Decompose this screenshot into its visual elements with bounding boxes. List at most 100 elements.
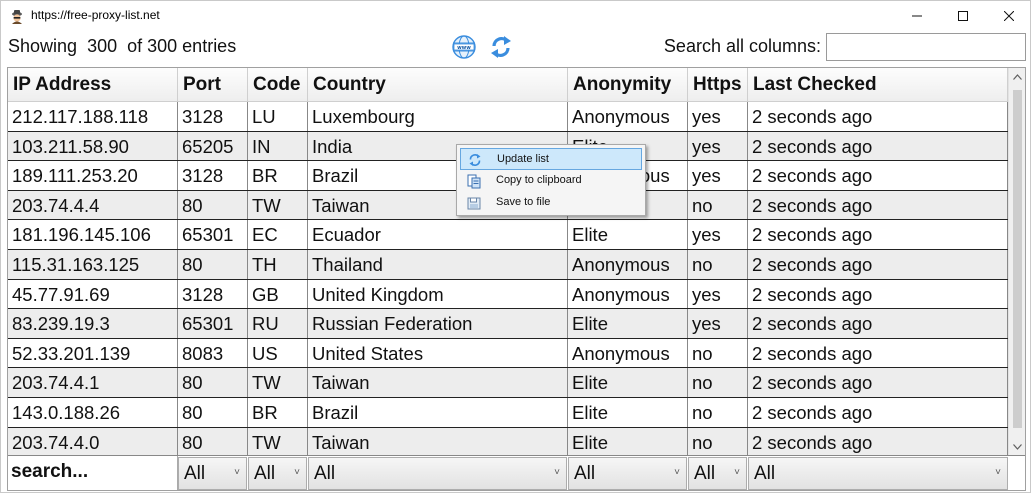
cell-code[interactable]: TW (248, 190, 308, 220)
scroll-up-arrow-icon[interactable] (1009, 68, 1025, 85)
cell-anonymity[interactable]: Anonymous (568, 338, 688, 368)
cell-country[interactable]: United Kingdom (308, 279, 568, 309)
cell-https[interactable]: yes (688, 102, 748, 131)
cell-code[interactable]: TW (248, 368, 308, 397)
cell-country[interactable]: Taiwan (308, 368, 568, 397)
cell-ip[interactable]: 103.211.58.90 (8, 131, 178, 161)
refresh-icon[interactable] (487, 33, 515, 61)
cell-last-checked[interactable]: 2 seconds ago (748, 368, 1008, 397)
cell-code[interactable]: GB (248, 279, 308, 309)
cell-port[interactable]: 3128 (178, 102, 248, 131)
cell-country[interactable]: Ecuador (308, 220, 568, 249)
proxy-table[interactable]: IP Address Port Code Country Anonymity H… (7, 67, 1026, 491)
cell-code[interactable]: TH (248, 250, 308, 279)
menu-item-save-to-file[interactable]: Save to file (460, 192, 642, 214)
cell-ip[interactable]: 203.74.4.0 (8, 427, 178, 457)
menu-item-copy-to-clipboard[interactable]: Copy to clipboard (460, 170, 642, 192)
cell-last-checked[interactable]: 2 seconds ago (748, 309, 1008, 338)
cell-https[interactable]: no (688, 368, 748, 397)
cell-country[interactable]: Taiwan (308, 427, 568, 457)
cell-port[interactable]: 80 (178, 250, 248, 279)
table-row[interactable]: 45.77.91.69 3128 GB United Kingdom Anonymous… (8, 279, 1008, 310)
cell-port[interactable]: 65301 (178, 309, 248, 338)
cell-anonymity[interactable]: Elite (568, 309, 688, 338)
cell-last-checked[interactable]: 2 seconds ago (748, 250, 1008, 279)
cell-anonymity[interactable]: Elite (568, 427, 688, 457)
cell-ip[interactable]: 143.0.188.26 (8, 398, 178, 427)
www-globe-icon[interactable]: www (450, 33, 478, 61)
cell-code[interactable]: US (248, 338, 308, 368)
cell-country[interactable]: Russian Federation (308, 309, 568, 338)
scroll-down-arrow-icon[interactable] (1009, 438, 1025, 455)
cell-last-checked[interactable]: 2 seconds ago (748, 102, 1008, 131)
cell-https[interactable]: yes (688, 131, 748, 161)
cell-https[interactable]: no (688, 427, 748, 457)
cell-ip[interactable]: 203.74.4.1 (8, 368, 178, 397)
vertical-scrollbar[interactable] (1008, 68, 1025, 456)
cell-https[interactable]: no (688, 250, 748, 279)
cell-ip[interactable]: 189.111.253.20 (8, 161, 178, 190)
cell-last-checked[interactable]: 2 seconds ago (748, 190, 1008, 220)
cell-anonymity[interactable]: Elite (568, 220, 688, 249)
cell-anonymity[interactable]: Anonymous (568, 250, 688, 279)
last-checked-filter-select[interactable]: All ˅ (748, 457, 1008, 490)
cell-port[interactable]: 3128 (178, 279, 248, 309)
cell-country[interactable]: Luxembourg (308, 102, 568, 131)
column-header-code[interactable]: Code (248, 68, 308, 102)
table-row[interactable]: 203.74.4.1 80 TW Taiwan Elite no 2 seconds ago (8, 368, 1008, 398)
cell-https[interactable]: yes (688, 309, 748, 338)
cell-https[interactable]: yes (688, 220, 748, 249)
table-row[interactable]: 212.117.188.118 3128 LU Luxembourg Anonymous… (8, 102, 1008, 132)
table-row[interactable]: 181.196.145.106 65301 EC Ecuador Elite yes 2 s… (8, 220, 1008, 250)
close-button[interactable] (986, 1, 1031, 31)
cell-last-checked[interactable]: 2 seconds ago (748, 220, 1008, 249)
cell-code[interactable]: BR (248, 398, 308, 427)
cell-port[interactable]: 65301 (178, 220, 248, 249)
country-filter-select[interactable]: All ˅ (308, 457, 567, 490)
anonymity-filter-select[interactable]: All ˅ (568, 457, 687, 490)
cell-last-checked[interactable]: 2 seconds ago (748, 279, 1008, 309)
cell-anonymity[interactable]: Anonymous (568, 279, 688, 309)
column-header-https[interactable]: Https (688, 68, 748, 102)
cell-code[interactable]: BR (248, 161, 308, 190)
table-row[interactable]: 52.33.201.139 8083 US United States Anonymou… (8, 338, 1008, 369)
cell-port[interactable]: 80 (178, 427, 248, 457)
cell-port[interactable]: 65205 (178, 131, 248, 161)
ip-filter-input[interactable]: search... (8, 456, 178, 490)
cell-code[interactable]: RU (248, 309, 308, 338)
cell-country[interactable]: Brazil (308, 398, 568, 427)
cell-https[interactable]: yes (688, 161, 748, 190)
cell-port[interactable]: 3128 (178, 161, 248, 190)
column-header-anonymity[interactable]: Anonymity (568, 68, 688, 102)
cell-port[interactable]: 80 (178, 368, 248, 397)
cell-code[interactable]: IN (248, 131, 308, 161)
table-row[interactable]: 203.74.4.0 80 TW Taiwan Elite no 2 seconds ago (8, 427, 1008, 458)
cell-anonymity[interactable]: Anonymous (568, 102, 688, 131)
cell-port[interactable]: 8083 (178, 338, 248, 368)
cell-last-checked[interactable]: 2 seconds ago (748, 161, 1008, 190)
table-row[interactable]: 115.31.163.125 80 TH Thailand Anonymous no 2 s… (8, 250, 1008, 280)
cell-https[interactable]: yes (688, 279, 748, 309)
cell-anonymity[interactable]: Elite (568, 398, 688, 427)
cell-last-checked[interactable]: 2 seconds ago (748, 131, 1008, 161)
cell-ip[interactable]: 45.77.91.69 (8, 279, 178, 309)
cell-country[interactable]: United States (308, 338, 568, 368)
cell-ip[interactable]: 52.33.201.139 (8, 338, 178, 368)
maximize-button[interactable] (940, 1, 986, 31)
cell-country[interactable]: Thailand (308, 250, 568, 279)
cell-code[interactable]: EC (248, 220, 308, 249)
cell-code[interactable]: TW (248, 427, 308, 457)
cell-ip[interactable]: 203.74.4.4 (8, 190, 178, 220)
cell-last-checked[interactable]: 2 seconds ago (748, 338, 1008, 368)
menu-item-update-list[interactable]: Update list (460, 148, 642, 170)
column-header-country[interactable]: Country (308, 68, 568, 102)
cell-ip[interactable]: 83.239.19.3 (8, 309, 178, 338)
column-header-last-checked[interactable]: Last Checked (748, 68, 1008, 102)
code-filter-select[interactable]: All ˅ (248, 457, 307, 490)
column-header-port[interactable]: Port (178, 68, 248, 102)
cell-code[interactable]: LU (248, 102, 308, 131)
cell-ip[interactable]: 181.196.145.106 (8, 220, 178, 249)
column-header-ip[interactable]: IP Address (8, 68, 178, 102)
cell-last-checked[interactable]: 2 seconds ago (748, 427, 1008, 457)
cell-https[interactable]: no (688, 190, 748, 220)
